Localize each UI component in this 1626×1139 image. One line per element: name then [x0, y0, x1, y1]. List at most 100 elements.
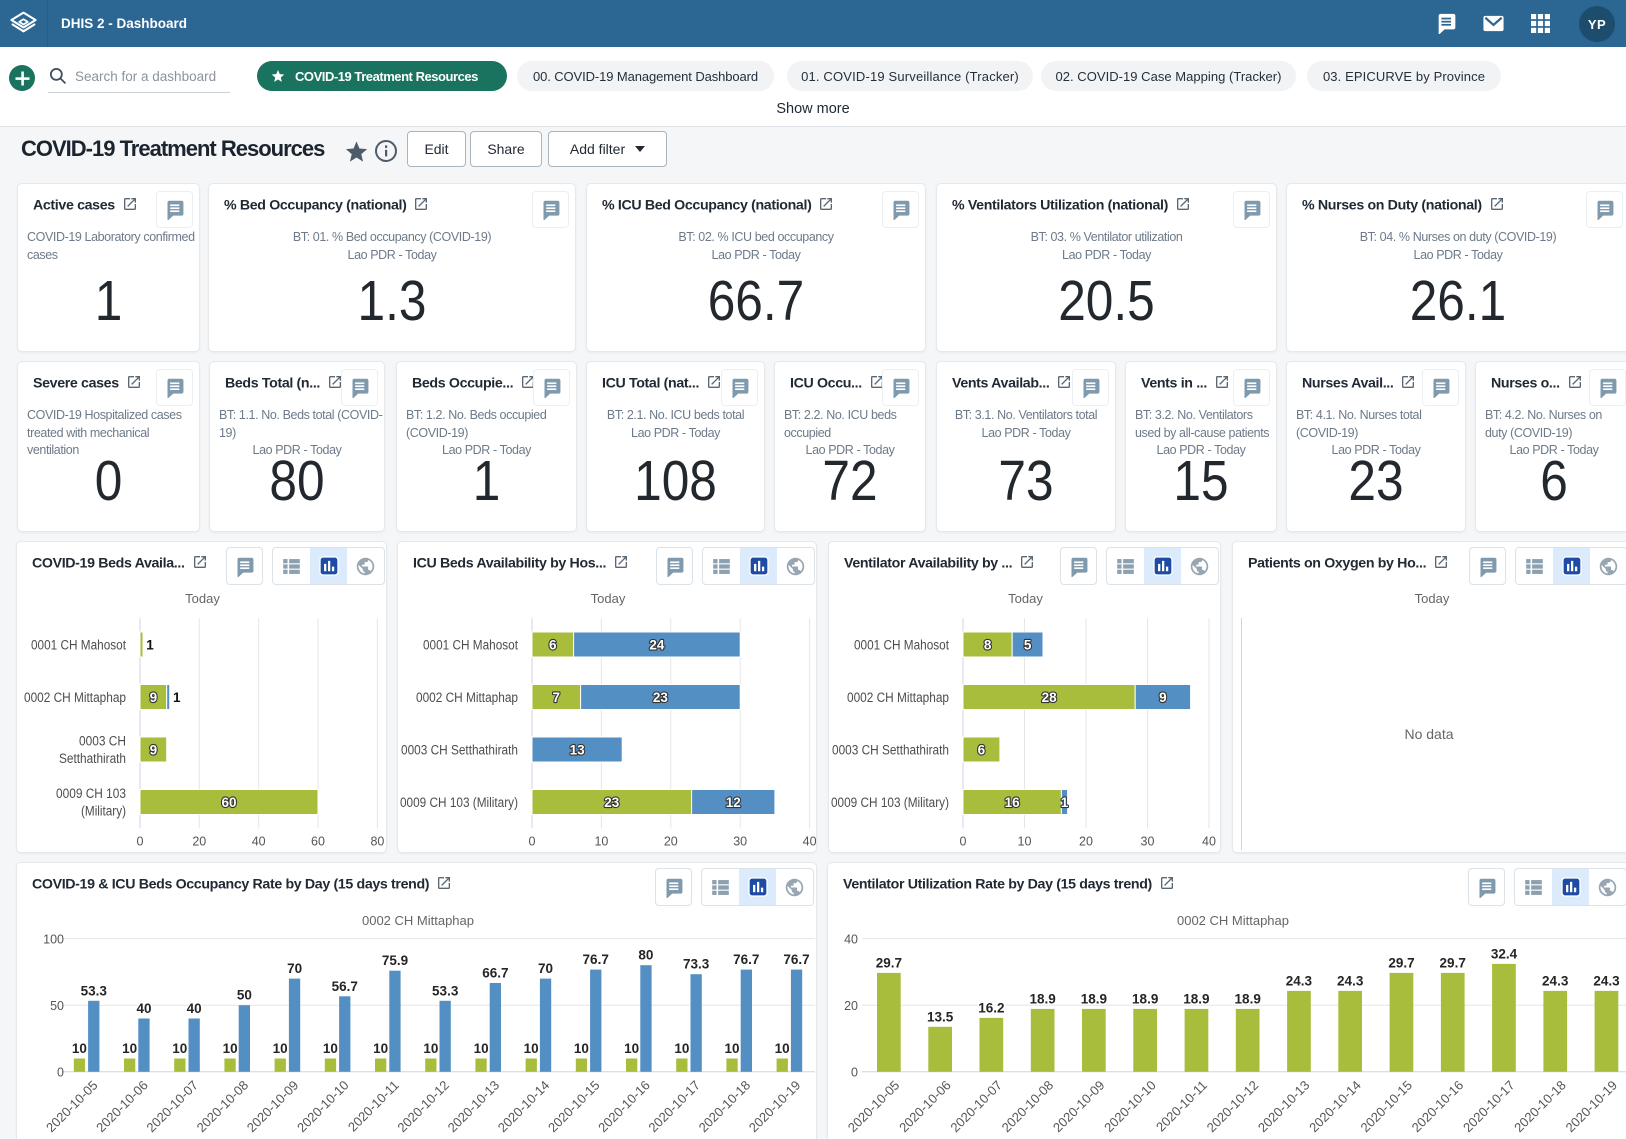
svg-text:0002 CH Mittaphap: 0002 CH Mittaphap: [362, 913, 474, 928]
svg-text:66.7: 66.7: [482, 966, 508, 981]
svg-text:32.4: 32.4: [1491, 946, 1518, 961]
svg-text:Today: Today: [1008, 591, 1043, 606]
svg-text:0001 CH Mahosot: 0001 CH Mahosot: [854, 637, 949, 652]
svg-text:29.7: 29.7: [1388, 955, 1414, 970]
svg-text:6: 6: [549, 637, 557, 652]
svg-text:2020-10-09: 2020-10-09: [244, 1078, 302, 1136]
svg-text:56.7: 56.7: [332, 979, 358, 994]
svg-text:9: 9: [1159, 690, 1167, 705]
svg-text:(Military): (Military): [81, 804, 126, 819]
svg-text:23: 23: [604, 795, 620, 810]
svg-text:18.9: 18.9: [1029, 991, 1055, 1006]
svg-text:0: 0: [57, 1066, 64, 1080]
svg-text:20: 20: [192, 835, 206, 849]
svg-text:8: 8: [984, 637, 992, 652]
svg-text:2020-10-05: 2020-10-05: [845, 1078, 903, 1136]
svg-text:2020-10-08: 2020-10-08: [194, 1078, 252, 1136]
svg-text:29.7: 29.7: [876, 955, 902, 970]
svg-text:40: 40: [803, 835, 817, 849]
svg-text:10: 10: [423, 1041, 438, 1056]
svg-text:60: 60: [221, 795, 236, 810]
svg-text:Setthathirath: Setthathirath: [59, 751, 126, 766]
svg-text:24: 24: [649, 637, 665, 652]
svg-text:2020-10-07: 2020-10-07: [947, 1078, 1005, 1136]
svg-text:9: 9: [150, 742, 158, 757]
svg-text:10: 10: [724, 1041, 739, 1056]
svg-text:2020-10-19: 2020-10-19: [746, 1078, 804, 1136]
svg-text:2020-10-18: 2020-10-18: [696, 1078, 754, 1136]
svg-text:10: 10: [1018, 835, 1032, 849]
svg-text:18.9: 18.9: [1132, 991, 1158, 1006]
svg-text:76.7: 76.7: [783, 952, 809, 967]
svg-text:12: 12: [726, 795, 741, 810]
svg-text:10: 10: [594, 835, 608, 849]
svg-text:100: 100: [43, 932, 64, 946]
svg-text:0: 0: [851, 1066, 858, 1080]
svg-text:2020-10-10: 2020-10-10: [1101, 1078, 1159, 1136]
svg-text:70: 70: [538, 961, 553, 976]
svg-text:30: 30: [1141, 835, 1155, 849]
svg-text:80: 80: [638, 948, 653, 963]
svg-text:0009 CH 103: 0009 CH 103: [56, 786, 126, 801]
svg-text:2020-10-16: 2020-10-16: [1409, 1078, 1467, 1136]
svg-text:2020-10-08: 2020-10-08: [999, 1078, 1057, 1136]
svg-text:70: 70: [287, 961, 302, 976]
svg-text:0002 CH Mittaphap: 0002 CH Mittaphap: [24, 690, 126, 705]
svg-text:9: 9: [150, 690, 158, 705]
svg-text:0002 CH Mittaphap: 0002 CH Mittaphap: [416, 690, 518, 705]
svg-text:2020-10-14: 2020-10-14: [1306, 1078, 1364, 1136]
svg-text:5: 5: [1024, 637, 1032, 652]
svg-text:0: 0: [960, 835, 967, 849]
svg-text:40: 40: [187, 1001, 202, 1016]
svg-text:1: 1: [1061, 795, 1069, 810]
svg-text:0009 CH 103 (Military): 0009 CH 103 (Military): [831, 795, 949, 810]
svg-text:40: 40: [844, 932, 858, 946]
svg-text:2020-10-13: 2020-10-13: [445, 1078, 503, 1136]
svg-text:2020-10-19: 2020-10-19: [1562, 1078, 1620, 1136]
svg-text:Today: Today: [185, 591, 220, 606]
svg-text:2020-10-07: 2020-10-07: [143, 1078, 201, 1136]
svg-text:2020-10-06: 2020-10-06: [93, 1078, 151, 1136]
svg-text:24.3: 24.3: [1542, 973, 1569, 988]
svg-text:53.3: 53.3: [432, 983, 459, 998]
svg-text:10: 10: [524, 1041, 539, 1056]
svg-text:0001 CH Mahosot: 0001 CH Mahosot: [423, 637, 518, 652]
svg-text:2020-10-17: 2020-10-17: [645, 1078, 703, 1136]
svg-text:2020-10-15: 2020-10-15: [545, 1078, 603, 1136]
svg-text:0003 CH: 0003 CH: [79, 734, 126, 749]
svg-text:10: 10: [172, 1041, 187, 1056]
svg-text:1: 1: [146, 637, 154, 652]
svg-text:10: 10: [273, 1041, 288, 1056]
svg-text:Today: Today: [1415, 591, 1450, 606]
svg-text:10: 10: [323, 1041, 338, 1056]
svg-text:No data: No data: [1404, 726, 1453, 742]
svg-text:53.3: 53.3: [81, 983, 108, 998]
svg-text:80: 80: [370, 835, 384, 849]
svg-text:2020-10-14: 2020-10-14: [495, 1078, 553, 1136]
svg-text:2020-10-06: 2020-10-06: [896, 1078, 954, 1136]
svg-text:2020-10-13: 2020-10-13: [1255, 1078, 1313, 1136]
svg-text:0001 CH Mahosot: 0001 CH Mahosot: [31, 637, 126, 652]
svg-text:10: 10: [122, 1041, 137, 1056]
svg-text:7: 7: [553, 690, 561, 705]
svg-text:2020-10-16: 2020-10-16: [595, 1078, 653, 1136]
svg-text:0: 0: [529, 835, 536, 849]
svg-text:2020-10-10: 2020-10-10: [294, 1078, 352, 1136]
svg-text:2020-10-12: 2020-10-12: [1204, 1078, 1262, 1136]
svg-text:16.2: 16.2: [978, 1000, 1004, 1015]
svg-text:50: 50: [237, 988, 252, 1003]
svg-text:18.9: 18.9: [1081, 991, 1107, 1006]
svg-text:10: 10: [72, 1041, 87, 1056]
svg-text:18.9: 18.9: [1183, 991, 1209, 1006]
svg-text:2020-10-12: 2020-10-12: [394, 1078, 452, 1136]
svg-text:60: 60: [311, 835, 325, 849]
svg-text:75.9: 75.9: [382, 953, 408, 968]
svg-text:2020-10-18: 2020-10-18: [1511, 1078, 1569, 1136]
svg-text:13.5: 13.5: [927, 1009, 954, 1024]
svg-text:1: 1: [173, 690, 181, 705]
svg-text:0: 0: [137, 835, 144, 849]
svg-text:0003 CH Setthathirath: 0003 CH Setthathirath: [401, 742, 518, 757]
svg-text:10: 10: [574, 1041, 589, 1056]
svg-text:20: 20: [664, 835, 678, 849]
svg-text:50: 50: [50, 999, 64, 1013]
